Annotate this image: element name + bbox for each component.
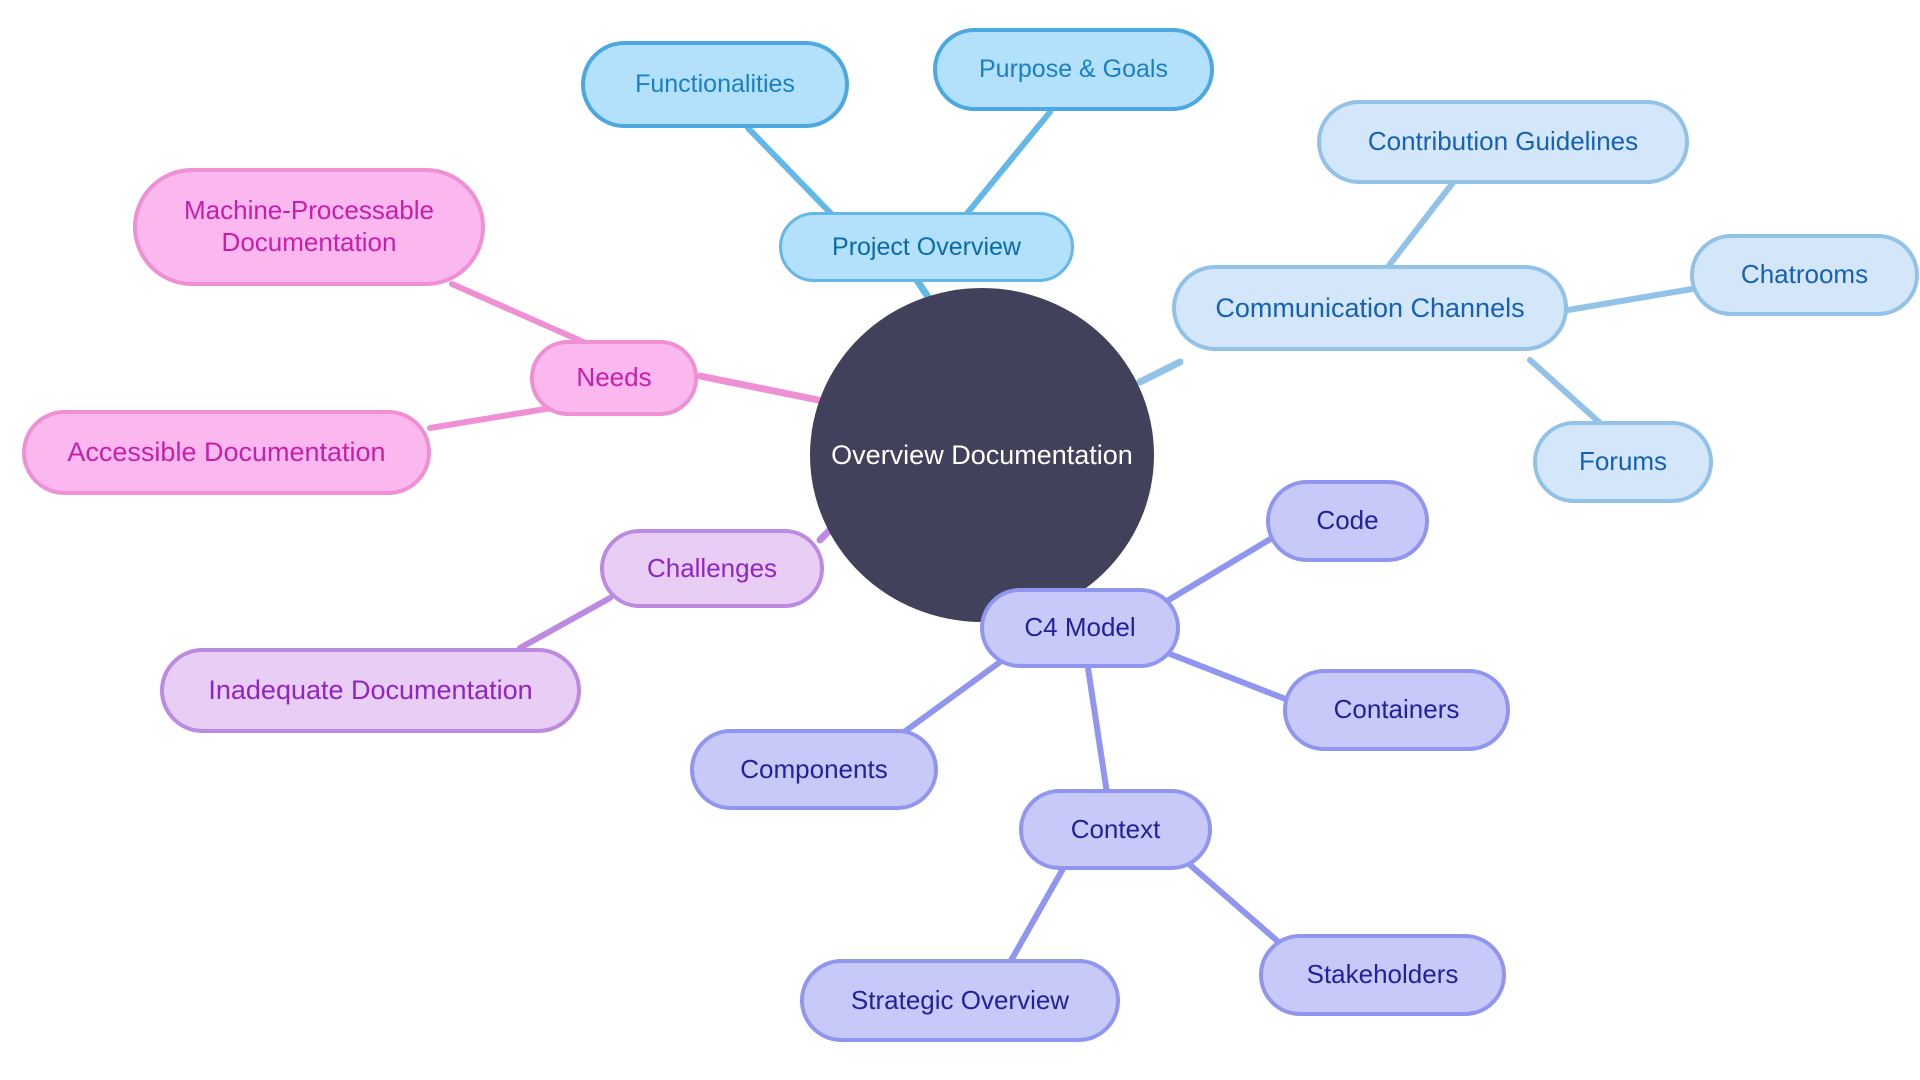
edge-overview-to-purpose xyxy=(957,109,1053,225)
edge-c4-to-components xyxy=(897,659,1003,738)
node-contribution-guidelines[interactable]: Contribution Guidelines xyxy=(1317,100,1689,184)
node-label-challenges: Challenges xyxy=(646,552,778,583)
node-communication-channels[interactable]: Communication Channels xyxy=(1172,265,1568,351)
node-machine-processable-documentation[interactable]: Machine-Processable Documentation xyxy=(133,168,485,286)
node-label-chatrooms: Chatrooms xyxy=(1740,259,1869,290)
node-accessible-documentation[interactable]: Accessible Documentation xyxy=(22,410,431,495)
node-label-strategic-overview: Strategic Overview xyxy=(850,984,1070,1015)
edge-central-to-communication xyxy=(1136,358,1184,386)
edge-c4-to-containers xyxy=(1167,651,1291,703)
node-inadequate-documentation[interactable]: Inadequate Documentation xyxy=(160,648,581,733)
node-label-communication-channels: Communication Channels xyxy=(1215,292,1525,323)
node-chatrooms[interactable]: Chatrooms xyxy=(1690,234,1919,316)
edge-c4-to-code xyxy=(1159,529,1285,607)
node-label-context: Context xyxy=(1070,813,1161,844)
edge-challenges-to-inadequate xyxy=(517,595,613,651)
node-components[interactable]: Components xyxy=(690,729,938,810)
node-overview-documentation[interactable]: Overview Documentation xyxy=(810,288,1154,622)
node-challenges[interactable]: Challenges xyxy=(600,529,824,608)
node-needs[interactable]: Needs xyxy=(530,340,698,416)
node-label-c4-model: C4 Model xyxy=(1024,612,1136,643)
node-label-contribution-guidelines: Contribution Guidelines xyxy=(1367,126,1639,157)
node-c4-model[interactable]: C4 Model xyxy=(980,588,1180,668)
edge-context-to-stakeholders xyxy=(1179,855,1285,948)
node-label-machine-processable-documentation: Machine-Processable Documentation xyxy=(183,195,434,257)
node-purpose-goals[interactable]: Purpose & Goals xyxy=(933,28,1214,111)
node-label-accessible-documentation: Accessible Documentation xyxy=(67,437,386,468)
mindmap-canvas: Overview Documentation Project Overview … xyxy=(0,0,1920,1080)
edge-communication-to-chatrooms xyxy=(1565,285,1701,313)
node-stakeholders[interactable]: Stakeholders xyxy=(1259,934,1506,1016)
node-forums[interactable]: Forums xyxy=(1533,421,1713,503)
edge-central-to-needs xyxy=(696,372,822,404)
node-label-forums: Forums xyxy=(1578,446,1668,477)
node-label-purpose-goals: Purpose & Goals xyxy=(979,55,1168,84)
edge-c4-to-context xyxy=(1085,665,1111,803)
node-label-overview-documentation: Overview Documentation xyxy=(831,439,1133,470)
node-label-code: Code xyxy=(1316,505,1379,536)
node-code[interactable]: Code xyxy=(1266,480,1429,562)
node-label-needs: Needs xyxy=(576,362,652,393)
node-label-project-overview: Project Overview xyxy=(832,232,1021,261)
node-label-inadequate-documentation: Inadequate Documentation xyxy=(208,675,533,706)
node-project-overview[interactable]: Project Overview xyxy=(779,212,1074,282)
node-functionalities[interactable]: Functionalities xyxy=(581,41,849,128)
node-containers[interactable]: Containers xyxy=(1283,669,1510,751)
node-strategic-overview[interactable]: Strategic Overview xyxy=(800,959,1120,1042)
node-label-components: Components xyxy=(740,753,888,784)
node-label-containers: Containers xyxy=(1333,694,1460,725)
node-label-stakeholders: Stakeholders xyxy=(1306,959,1459,990)
node-context[interactable]: Context xyxy=(1019,789,1212,870)
node-label-functionalities: Functionalities xyxy=(635,70,795,99)
